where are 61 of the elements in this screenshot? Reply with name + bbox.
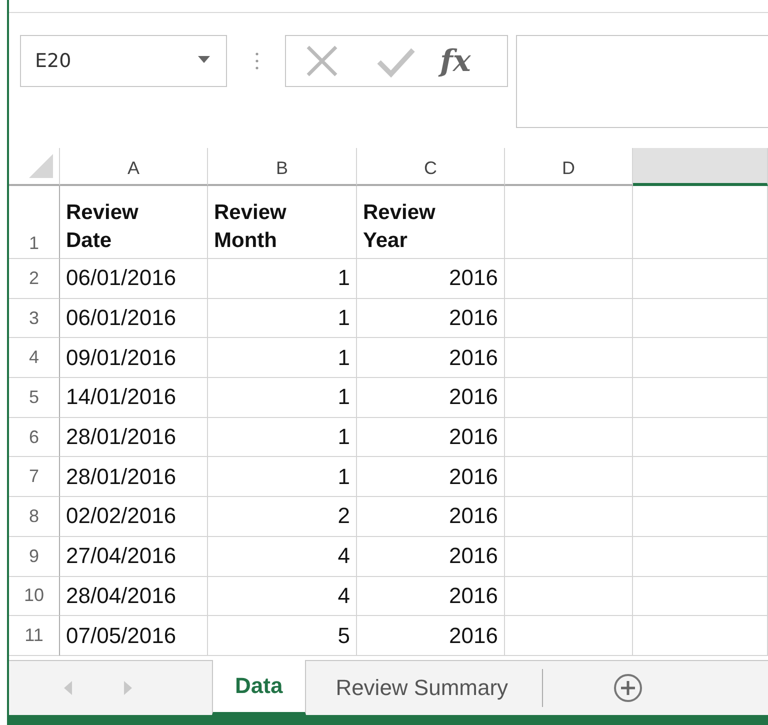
row-header[interactable]: 9 <box>9 536 60 576</box>
table-cell: 2016 <box>357 259 505 299</box>
row-header[interactable]: 10 <box>9 576 60 616</box>
table-cell: 2016 <box>357 536 505 576</box>
add-sheet-icon[interactable] <box>613 673 644 703</box>
table-cell: Review Month <box>208 186 357 259</box>
table-cell: 14/01/2016 <box>60 378 208 418</box>
table-cell: 06/01/2016 <box>60 298 208 338</box>
row-header[interactable]: 7 <box>9 457 60 498</box>
table-cell: 1 <box>208 259 357 299</box>
table-cell: 2 <box>208 497 357 537</box>
table-cell: Review Date <box>60 186 208 259</box>
table-cell: 28/01/2016 <box>60 418 208 458</box>
row-header[interactable]: 1 <box>9 186 60 259</box>
table-cell: 09/01/2016 <box>60 338 208 378</box>
table-cell: 07/05/2016 <box>60 616 208 656</box>
cancel-icon[interactable] <box>304 43 340 79</box>
table-cell: 02/02/2016 <box>60 497 208 537</box>
column-header[interactable] <box>633 148 768 186</box>
table-cell: 06/01/2016 <box>60 259 208 299</box>
table-cell: 2016 <box>357 378 505 418</box>
table-cell: 28/01/2016 <box>60 457 208 498</box>
table-cell: 1 <box>208 298 357 338</box>
table-cell: 1 <box>208 418 357 458</box>
row-header[interactable]: 3 <box>9 298 60 338</box>
formula-input[interactable] <box>516 35 768 128</box>
table-cell: 2016 <box>357 616 505 656</box>
more-icon[interactable] <box>255 51 259 71</box>
table-cell: 2016 <box>357 497 505 537</box>
table-cell: 28/04/2016 <box>60 576 208 616</box>
row-header[interactable]: 5 <box>9 378 60 418</box>
corner-triangle-icon <box>29 154 53 178</box>
row-header[interactable]: 2 <box>9 259 60 299</box>
table-cell: Review Year <box>357 186 505 259</box>
sheet-tab[interactable]: Review Summary <box>306 661 538 715</box>
table-cell: 2016 <box>357 298 505 338</box>
table-cell: 2016 <box>357 576 505 616</box>
next-sheet-icon[interactable] <box>124 681 132 695</box>
table-cell: 1 <box>208 457 357 498</box>
row-header[interactable]: 6 <box>9 418 60 458</box>
table-cell: 5 <box>208 616 357 656</box>
caret-icon <box>198 56 210 62</box>
table-cell: 4 <box>208 536 357 576</box>
column-header[interactable]: A <box>60 148 208 186</box>
column-header[interactable]: C <box>357 148 505 186</box>
row-header[interactable]: 11 <box>9 616 60 656</box>
table-cell: 27/04/2016 <box>60 536 208 576</box>
table-cell: 1 <box>208 338 357 378</box>
row-header[interactable]: 8 <box>9 497 60 537</box>
insert-function-button[interactable]: fx <box>440 44 471 78</box>
row-header[interactable]: 4 <box>9 338 60 378</box>
table-cell: 4 <box>208 576 357 616</box>
select-all-button[interactable] <box>9 148 60 186</box>
sheet-tab[interactable]: Data <box>212 660 306 715</box>
previous-sheet-icon[interactable] <box>64 681 72 695</box>
column-header[interactable]: B <box>208 148 357 186</box>
name-box[interactable]: E20 <box>20 35 227 87</box>
table-cell: 2016 <box>357 418 505 458</box>
table-cell: 2016 <box>357 338 505 378</box>
table-cell: 1 <box>208 378 357 418</box>
table-cell: 2016 <box>357 457 505 498</box>
